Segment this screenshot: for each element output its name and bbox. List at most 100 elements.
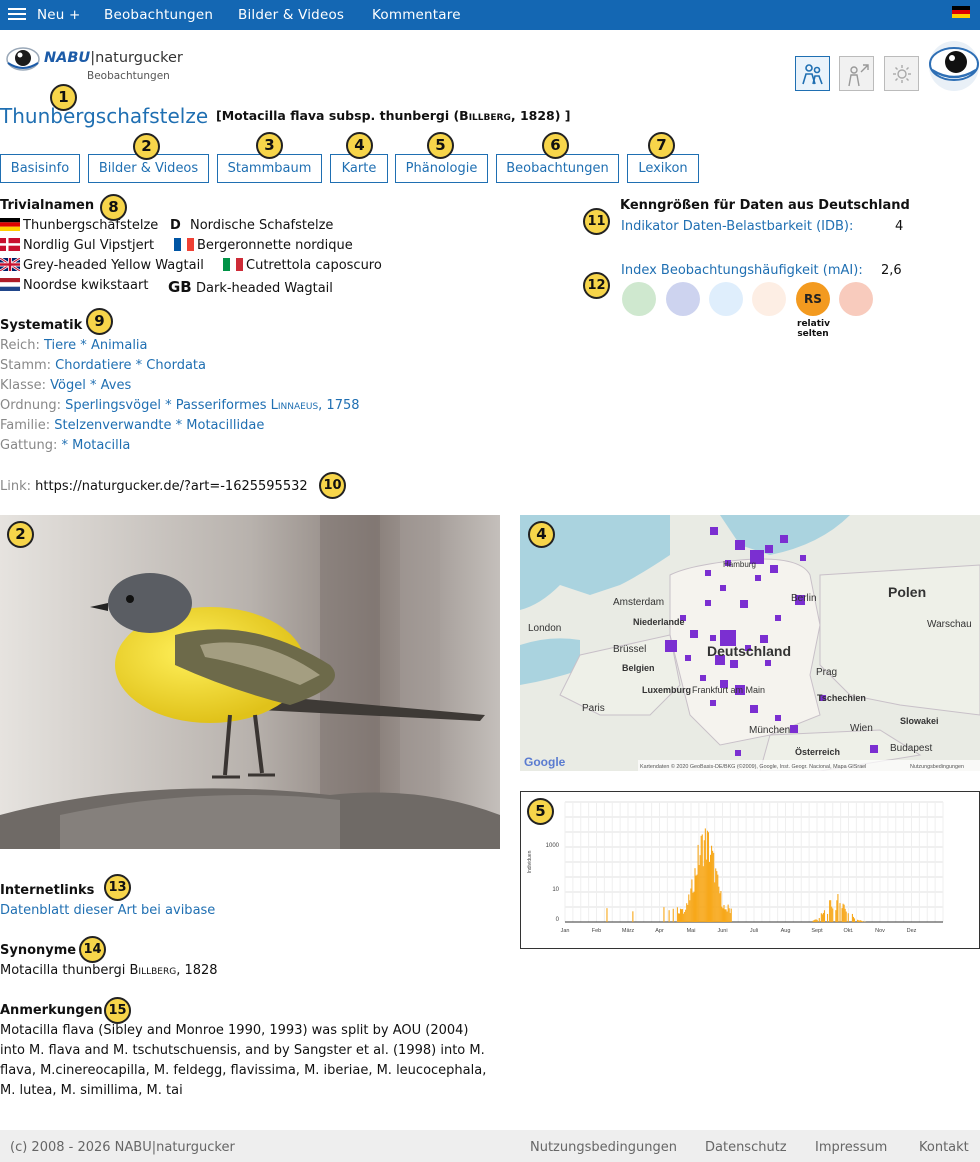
footer-copyright: (c) 2008 - 2026 NABU|naturgucker [10, 1140, 235, 1155]
dutch-flag-icon [0, 278, 20, 291]
nav-neu[interactable]: Neu + [37, 7, 81, 23]
chart-bar [698, 865, 700, 922]
map-canvas[interactable]: Polen Amsterdam Niederlande London Berli… [520, 515, 980, 771]
footer-link-kontakt[interactable]: Kontakt [919, 1140, 969, 1155]
systematik-link[interactable]: Sperlingsvögel * Passeriformes Linnaeus,… [65, 398, 359, 413]
chart-x-tick-label: Feb [592, 928, 601, 934]
chart-bar [836, 900, 838, 922]
nav-bilder-videos[interactable]: Bilder & Videos [238, 7, 344, 23]
chart-bar [692, 892, 694, 922]
distribution-map[interactable]: Polen Amsterdam Niederlande London Berli… [520, 515, 980, 771]
frequency-circle-active: RS [796, 282, 830, 316]
systematik-label: Reich: [0, 338, 40, 353]
french-flag-icon [174, 238, 194, 251]
chart-bar [714, 882, 716, 922]
trivialname-text: Bergeronnette nordique [197, 238, 353, 253]
chart-bar [728, 908, 730, 922]
chart-bar [695, 875, 697, 922]
permalink-label: Link: [0, 479, 32, 494]
chart-bar [606, 908, 608, 922]
hamburger-menu-icon[interactable] [8, 5, 26, 23]
chart-bar [812, 920, 814, 922]
chart-bar [722, 908, 724, 922]
permalink-url[interactable]: https://naturgucker.de/?art=-1625595532 [35, 479, 307, 494]
chart-bar [858, 920, 860, 922]
systematik-label: Klasse: [0, 378, 47, 393]
synonym-text: Motacilla thunbergi Billberg, 1828 [0, 963, 218, 978]
systematik-link[interactable]: * Motacilla [62, 438, 131, 453]
chart-bar [684, 911, 686, 922]
trivialname-gb: GB Dark-headed Wagtail [168, 278, 333, 296]
gender-button[interactable] [839, 56, 874, 91]
chart-bar [694, 868, 696, 922]
chart-bar [853, 918, 856, 922]
idb-label[interactable]: Indikator Daten-Belastbarkeit (IDB): [621, 219, 853, 234]
chart-bar [831, 906, 833, 922]
trivialname-text: Nordlig Gul Vipstjert [23, 238, 155, 253]
nabu-eye-logo-icon[interactable] [6, 43, 40, 75]
chart-bar [687, 904, 689, 922]
map-label: München [749, 725, 790, 736]
chart-x-tick-label: Mai [687, 928, 696, 934]
chart-x-tick-label: Juni [717, 928, 727, 934]
map-label: Wien [850, 723, 873, 734]
scientific-name-prefix: [Motacilla flava subsp. thunbergi ( [216, 108, 460, 123]
chart-bar [719, 893, 721, 922]
chart-bar [729, 913, 731, 922]
trivialname-text: Dark-headed Wagtail [196, 281, 333, 296]
chart-x-tick-label: Juli [750, 928, 758, 934]
annotation-badge: 3 [256, 132, 283, 159]
map-terms-link[interactable]: Nutzungsbedingungen [910, 764, 964, 770]
chart-bar [677, 913, 679, 922]
avibase-link[interactable]: Datenblatt dieser Art bei avibase [0, 903, 215, 918]
trivialname-text: Noordse kwikstaart [23, 278, 149, 293]
frequency-caption-1: relativ [797, 319, 830, 329]
chart-x-tick-label: Dez [907, 928, 917, 934]
trivialname-de: Thunbergschafstelze [0, 218, 158, 233]
chart-bar [721, 906, 723, 922]
systematik-link[interactable]: Chordatiere * Chordata [55, 358, 206, 373]
tab-basisinfo[interactable]: Basisinfo [0, 154, 80, 183]
annotation-badge: 4 [346, 132, 373, 159]
chart-bar [829, 900, 831, 922]
chart-bar [672, 908, 674, 922]
people-button[interactable] [795, 56, 830, 91]
footer-link-nutzungsbedingungen[interactable]: Nutzungsbedingungen [530, 1140, 677, 1155]
brand-logo[interactable]: NABU|naturgucker [44, 50, 183, 66]
de-flag-icon[interactable] [952, 6, 970, 18]
annotation-badge: 11 [583, 208, 610, 235]
synonym-author: Billberg [129, 963, 177, 978]
map-label: Budapest [890, 743, 932, 754]
google-logo: Google [524, 755, 566, 769]
systematik-link[interactable]: Vögel * Aves [50, 378, 131, 393]
lang-code-label: GB [168, 278, 192, 296]
chart-x-tick-label: Okt. [843, 928, 854, 934]
annotation-badge: 14 [79, 936, 106, 963]
systematik-label: Stamm: [0, 358, 52, 373]
chart-bar [697, 844, 699, 922]
footer-link-impressum[interactable]: Impressum [815, 1140, 887, 1155]
chart-bar [691, 879, 693, 922]
phenology-chart: 1000 10 0 Individuen Jan Feb März Apr Mai Juni Jul… [520, 791, 980, 949]
chart-bar [709, 854, 712, 922]
settings-icon [893, 65, 911, 83]
systematik-link[interactable]: Stelzenverwandte * Motacillidae [54, 418, 264, 433]
mai-value: 2,6 [881, 263, 902, 278]
nav-kommentare[interactable]: Kommentare [372, 7, 461, 23]
naturgucker-eye-logo-icon[interactable] [928, 40, 980, 92]
chart-bar [832, 908, 834, 922]
mai-label[interactable]: Index Beobachtungshäufigkeit (mAI): [621, 263, 863, 278]
logo-name: naturgucker [95, 50, 183, 66]
systematik-link[interactable]: Tiere * Animalia [44, 338, 148, 353]
species-photo[interactable] [0, 515, 500, 849]
chart-bar [852, 916, 855, 922]
chart-bar [676, 907, 678, 922]
annotation-badge: 2 [133, 133, 160, 160]
footer-link-datenschutz[interactable]: Datenschutz [705, 1140, 787, 1155]
settings-button[interactable] [884, 56, 919, 91]
chart-bar [815, 919, 817, 922]
map-attribution: Kartendaten © 2020 GeoBasis-DE/BKG (©200… [640, 763, 866, 770]
kenngroessen-heading: Kenngrößen für Daten aus Deutschland [620, 198, 910, 213]
nav-beobachtungen[interactable]: Beobachtungen [104, 7, 213, 23]
systematik-reich: Reich: Tiere * Animalia [0, 338, 148, 353]
